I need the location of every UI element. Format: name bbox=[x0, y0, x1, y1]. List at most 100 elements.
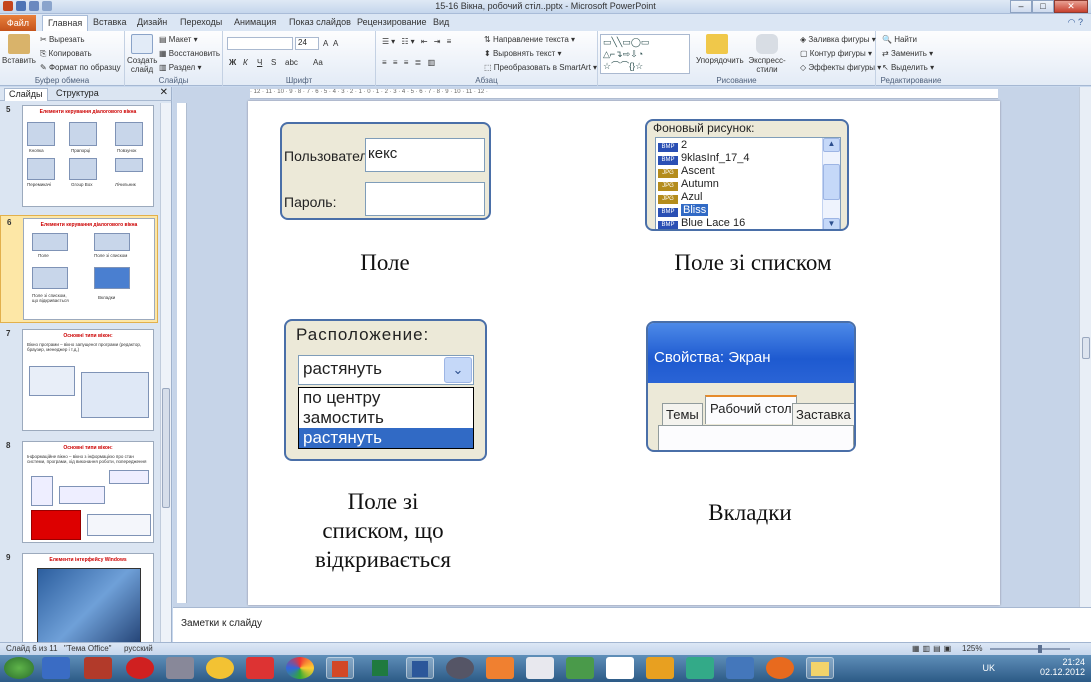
tab-design[interactable]: Дизайн bbox=[137, 17, 167, 27]
app-icon[interactable] bbox=[486, 657, 514, 679]
slide-canvas[interactable]: Пользователь: кекс Пароль: Поле Фоновый … bbox=[248, 101, 1000, 605]
maximize-button[interactable]: □ bbox=[1032, 0, 1054, 13]
scroll-down-icon[interactable]: ▼ bbox=[823, 218, 840, 229]
select-button[interactable]: ↖ Выделить ▾ bbox=[882, 63, 934, 72]
tab-home[interactable]: Главная bbox=[42, 15, 89, 31]
listbox-item[interactable]: BMP Bliss bbox=[658, 204, 709, 217]
password-input[interactable] bbox=[365, 182, 485, 216]
start-icon[interactable] bbox=[4, 657, 34, 679]
listbox-item[interactable]: JPG Ascent bbox=[658, 165, 715, 178]
close-pane-icon[interactable]: ✕ bbox=[160, 87, 168, 98]
theme-name[interactable]: "Тема Office" bbox=[64, 644, 112, 653]
app-icon[interactable] bbox=[446, 657, 474, 679]
scroll-up-icon[interactable]: ▲ bbox=[823, 138, 840, 152]
tab-slides[interactable]: Слайды bbox=[4, 88, 48, 101]
list-buttons[interactable]: ☰▾ ☷▾ ⇤ ⇥ ≡ bbox=[382, 37, 453, 46]
listbox-item[interactable]: BMP 2 bbox=[658, 139, 687, 152]
smartart-button[interactable]: ⬚ Преобразовать в SmartArt ▾ bbox=[484, 63, 597, 72]
section-button[interactable]: ▥ Раздел ▾ bbox=[159, 63, 201, 72]
slide-thumb-8[interactable]: 8 Основні типи вікон: Інформаційне вікно… bbox=[0, 439, 158, 547]
app-icon[interactable] bbox=[206, 657, 234, 679]
listbox-item[interactable]: JPG Autumn bbox=[658, 178, 719, 191]
format-painter-button[interactable]: ✎ Формат по образцу bbox=[40, 63, 121, 72]
case-button[interactable]: Aa bbox=[313, 58, 323, 67]
copy-button[interactable]: ⎘ Копировать bbox=[40, 49, 92, 59]
font-size-input[interactable]: 24 bbox=[295, 37, 319, 50]
paste-button[interactable]: Вставить bbox=[2, 34, 36, 65]
field-example[interactable]: Пользователь: кекс Пароль: bbox=[280, 122, 491, 220]
combobox-example[interactable]: Расположение: растянуть ⌄ по центру замо… bbox=[284, 319, 487, 461]
replace-button[interactable]: ⇄ Заменить ▾ bbox=[882, 49, 933, 58]
tab-desktop[interactable]: Рабочий стол bbox=[705, 395, 797, 424]
app-icon[interactable] bbox=[166, 657, 194, 679]
tab-themes[interactable]: Темы bbox=[662, 403, 703, 425]
underline-button[interactable]: Ч bbox=[257, 58, 262, 67]
slide-thumb-6[interactable]: 6 Елементи керування діалогового вікна П… bbox=[0, 215, 158, 323]
keyboard-language[interactable]: UK bbox=[982, 663, 995, 673]
quick-styles-button[interactable]: Экспресс-стили bbox=[738, 34, 796, 74]
app-icon[interactable] bbox=[766, 657, 794, 679]
align-text-button[interactable]: ⬍ Выровнять текст ▾ bbox=[484, 49, 562, 58]
editor-scrollbar[interactable] bbox=[1079, 87, 1091, 607]
text-direction-button[interactable]: ⇅ Направление текста ▾ bbox=[484, 35, 575, 44]
combobox-field[interactable]: растянуть ⌄ bbox=[298, 355, 474, 385]
italic-button[interactable]: К bbox=[243, 58, 248, 67]
combobox-dropdown[interactable]: по центру замостить растянуть bbox=[298, 387, 474, 449]
powerpoint-taskbar-icon[interactable] bbox=[326, 657, 354, 679]
clock-date[interactable]: 02.12.2012 bbox=[1040, 667, 1085, 677]
explorer-taskbar-icon[interactable] bbox=[806, 657, 834, 679]
app-icon[interactable] bbox=[84, 657, 112, 679]
listbox-scrollbar[interactable]: ▲ ▼ bbox=[822, 138, 840, 229]
minimize-button[interactable]: – bbox=[1010, 0, 1032, 13]
clock-time[interactable]: 21:24 bbox=[1040, 657, 1085, 667]
grow-font-button[interactable]: A bbox=[323, 39, 328, 48]
pane-scrollbar[interactable] bbox=[160, 103, 171, 642]
strikethrough-button[interactable]: S bbox=[271, 58, 276, 67]
opera-icon[interactable] bbox=[126, 657, 154, 679]
shrink-font-button[interactable]: A bbox=[333, 39, 338, 48]
spacing-button[interactable]: abc bbox=[285, 58, 298, 67]
font-name-input[interactable] bbox=[227, 37, 293, 50]
app-icon[interactable] bbox=[246, 657, 274, 679]
help-icon[interactable]: ◠ ? bbox=[1068, 17, 1083, 28]
tab-file[interactable]: Файл bbox=[0, 15, 36, 31]
user-input[interactable]: кекс bbox=[365, 138, 485, 172]
reset-button[interactable]: ▦ Восстановить bbox=[159, 49, 220, 58]
tab-transitions[interactable]: Переходы bbox=[180, 17, 222, 27]
combo-option[interactable]: по центру bbox=[299, 388, 473, 408]
shape-fill-button[interactable]: ◈ Заливка фигуры ▾ bbox=[800, 35, 876, 44]
app-icon[interactable] bbox=[646, 657, 674, 679]
slide-thumb-9[interactable]: 9 Елементи інтерфейсу Windows bbox=[0, 551, 158, 642]
app-icon[interactable] bbox=[526, 657, 554, 679]
chrome-icon[interactable] bbox=[286, 657, 314, 679]
tab-outline[interactable]: Структура bbox=[52, 88, 103, 98]
app-icon[interactable] bbox=[42, 657, 70, 679]
word-taskbar-icon[interactable] bbox=[406, 657, 434, 679]
slide-thumb-5[interactable]: 5 Елементи керування діалогового вікна К… bbox=[0, 103, 158, 211]
chevron-down-icon[interactable]: ⌄ bbox=[444, 357, 472, 383]
excel-taskbar-icon[interactable] bbox=[366, 657, 394, 679]
shape-outline-button[interactable]: ▢ Контур фигуры ▾ bbox=[800, 49, 872, 58]
zoom-slider[interactable] bbox=[990, 645, 1070, 653]
zoom-level[interactable]: 125% bbox=[962, 644, 982, 653]
language-indicator[interactable]: русский bbox=[124, 644, 153, 653]
tab-animation[interactable]: Анимация bbox=[234, 17, 276, 27]
combo-option[interactable]: замостить bbox=[299, 408, 473, 428]
tabs-example[interactable]: Свойства: Экран Темы Рабочий стол Застав… bbox=[646, 321, 856, 452]
shapes-gallery[interactable]: ▭╲╲▭◯▭ △⌐↴⇨⇩◔ ☆⌒⌒{}☆ bbox=[600, 34, 690, 74]
tab-view[interactable]: Вид bbox=[433, 17, 449, 27]
combo-option-selected[interactable]: растянуть bbox=[299, 428, 473, 448]
app-icon[interactable] bbox=[686, 657, 714, 679]
arrange-button[interactable]: Упорядочить bbox=[696, 34, 744, 65]
app-icon[interactable] bbox=[566, 657, 594, 679]
tab-screensaver[interactable]: Заставка bbox=[792, 403, 854, 425]
tab-review[interactable]: Рецензирование bbox=[357, 17, 427, 27]
scroll-thumb[interactable] bbox=[823, 164, 840, 200]
slide-thumb-7[interactable]: 7 Основні типи вікон: Вікно програми – в… bbox=[0, 327, 158, 435]
listbox-example[interactable]: Фоновый рисунок: BMP 2 BMP 9klasInf_17_4 JPG… bbox=[645, 119, 849, 231]
align-buttons[interactable]: ≡ ≡ ≡ ≣ ▥ bbox=[382, 58, 437, 67]
new-slide-button[interactable]: Создать слайд bbox=[127, 34, 157, 74]
listbox-item[interactable]: BMP Blue Lace 16 bbox=[658, 217, 745, 229]
bold-button[interactable]: Ж bbox=[229, 58, 236, 67]
tab-slideshow[interactable]: Показ слайдов bbox=[289, 17, 351, 27]
